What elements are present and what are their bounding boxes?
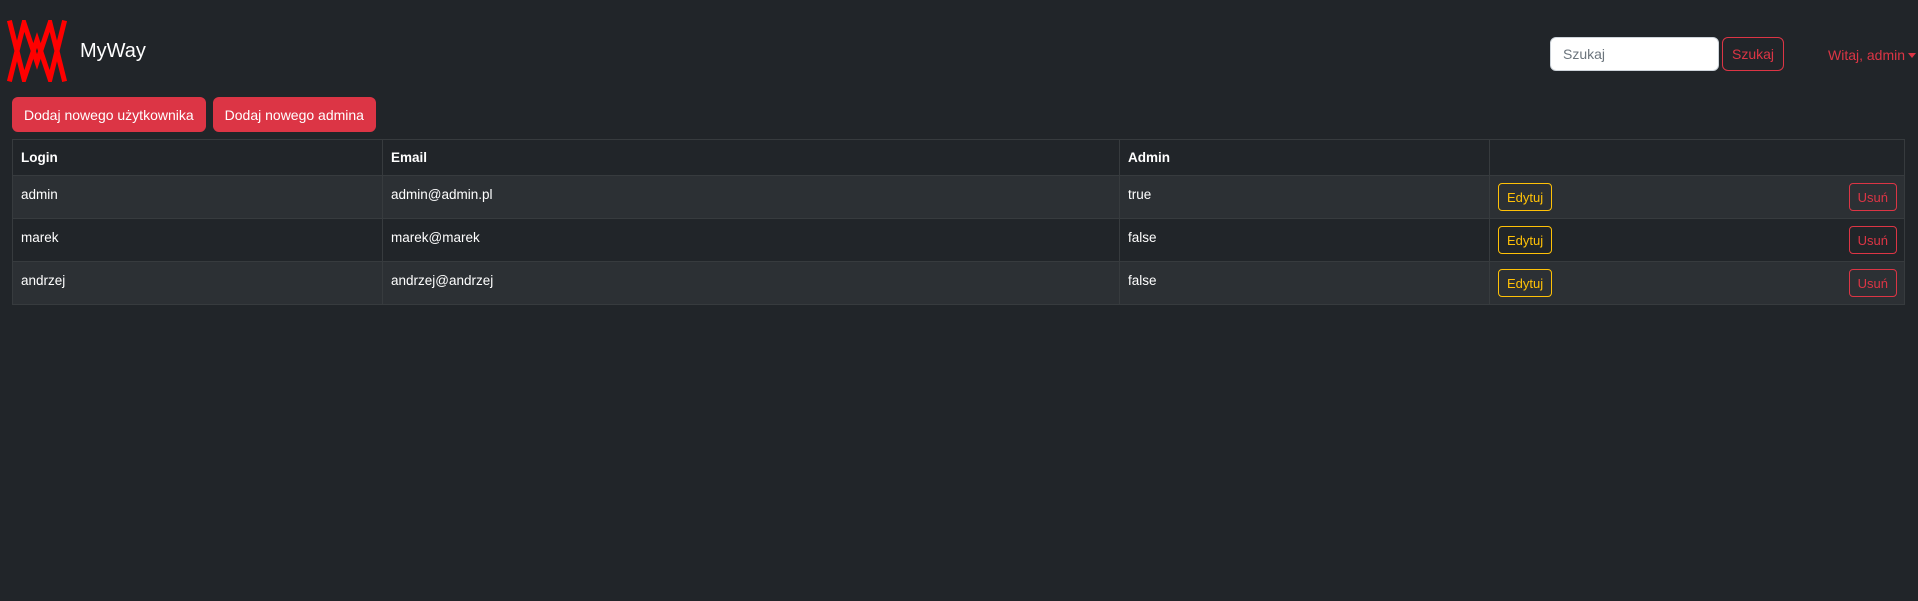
action-buttons: Dodaj nowego użytkownika Dodaj nowego ad…: [12, 97, 376, 132]
delete-button[interactable]: Usuń: [1848, 183, 1897, 211]
myway-logo-icon: [7, 20, 67, 82]
table-row: andrzej andrzej@andrzej false Edytuj Usu…: [12, 261, 1905, 305]
delete-button[interactable]: Usuń: [1848, 269, 1897, 297]
user-greeting: Witaj, admin: [1828, 47, 1906, 63]
edit-button[interactable]: Edytuj: [1498, 226, 1553, 254]
cell-login: marek: [12, 218, 383, 262]
caret-down-icon: [1908, 52, 1917, 58]
table-row: marek marek@marek false Edytuj Usuń: [12, 218, 1905, 262]
cell-email: marek@marek: [382, 218, 1120, 262]
navbar: MyWay Szukaj Witaj, admin: [0, 0, 1918, 90]
header-email: Email: [382, 139, 1120, 176]
users-table: Login Email Admin admin admin@admin.pl t…: [12, 139, 1905, 305]
add-admin-button[interactable]: Dodaj nowego admina: [212, 97, 376, 132]
cell-actions: Edytuj Usuń: [1489, 218, 1905, 262]
table-row: admin admin@admin.pl true Edytuj Usuń: [12, 175, 1905, 219]
search-form: Szukaj: [1550, 37, 1784, 71]
header-admin: Admin: [1119, 139, 1490, 176]
header-actions: [1489, 139, 1905, 176]
edit-button[interactable]: Edytuj: [1498, 183, 1553, 211]
cell-actions: Edytuj Usuń: [1489, 175, 1905, 219]
cell-login: andrzej: [12, 261, 383, 305]
cell-admin: true: [1119, 175, 1490, 219]
user-menu-dropdown[interactable]: Witaj, admin: [1828, 46, 1917, 64]
header-login: Login: [12, 139, 383, 176]
delete-button[interactable]: Usuń: [1848, 226, 1897, 254]
cell-actions: Edytuj Usuń: [1489, 261, 1905, 305]
table-header-row: Login Email Admin: [12, 139, 1905, 176]
users-table-container: Login Email Admin admin admin@admin.pl t…: [12, 139, 1905, 305]
cell-admin: false: [1119, 261, 1490, 305]
brand-name: MyWay: [80, 40, 146, 62]
cell-admin: false: [1119, 218, 1490, 262]
search-input[interactable]: [1550, 37, 1719, 71]
cell-email: admin@admin.pl: [382, 175, 1120, 219]
edit-button[interactable]: Edytuj: [1498, 269, 1553, 297]
brand-link[interactable]: MyWay: [7, 20, 146, 82]
cell-email: andrzej@andrzej: [382, 261, 1120, 305]
add-user-button[interactable]: Dodaj nowego użytkownika: [12, 97, 206, 132]
cell-login: admin: [12, 175, 383, 219]
search-button[interactable]: Szukaj: [1722, 37, 1784, 71]
